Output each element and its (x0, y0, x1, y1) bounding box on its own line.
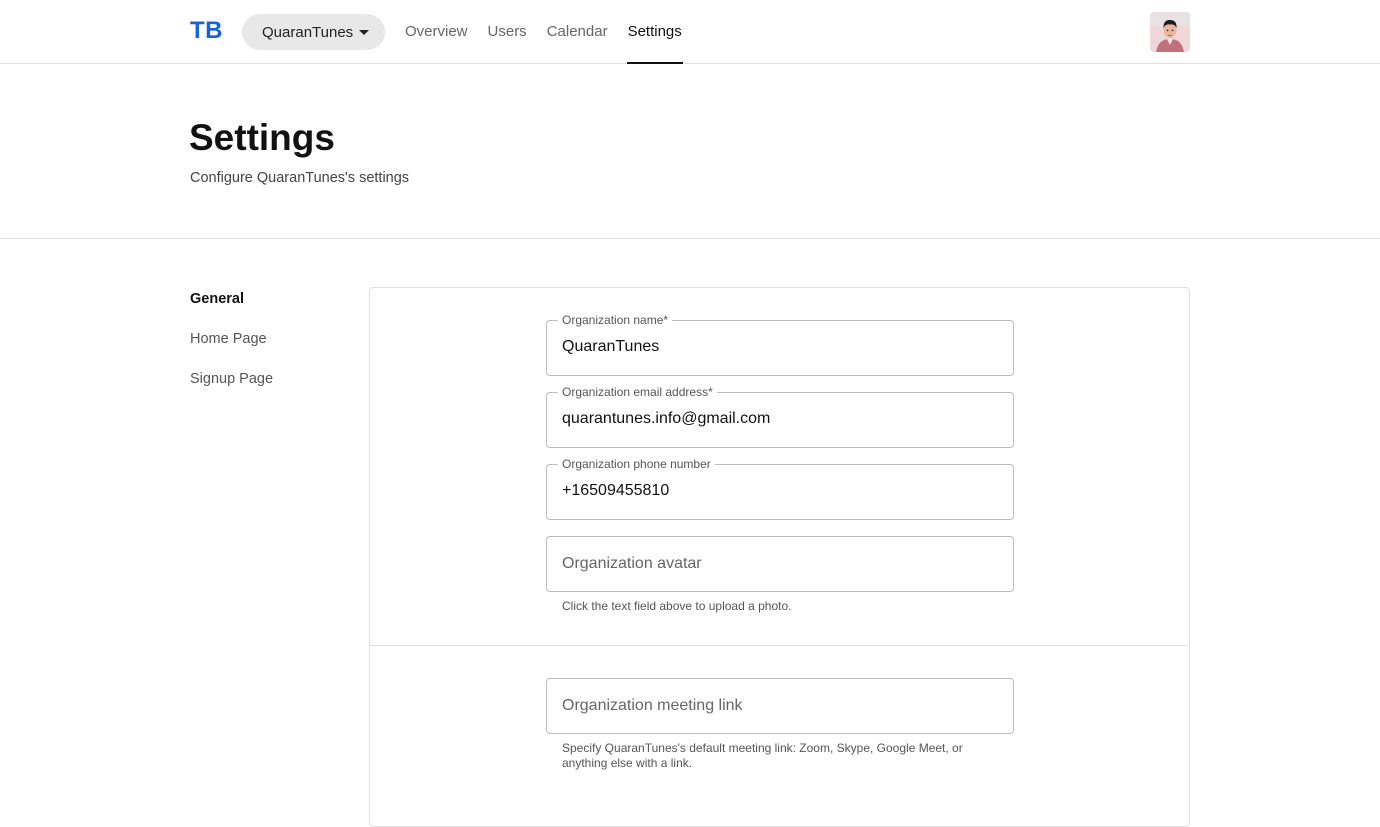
org-meeting-link-field[interactable]: Organization meeting link (546, 678, 1014, 734)
org-email-value: quarantunes.info@gmail.com (562, 410, 771, 427)
page-subtitle: Configure QuaranTunes's settings (190, 170, 410, 186)
main-nav: Overview Users Calendar Settings (405, 0, 702, 64)
org-name-label: Organization name* (558, 313, 673, 327)
nav-tab-users[interactable]: Users (488, 0, 527, 64)
org-email-field[interactable]: Organization email address* quarantunes.… (546, 385, 1014, 448)
nav-tab-settings[interactable]: Settings (626, 0, 683, 64)
app-logo[interactable]: TB (190, 17, 223, 45)
top-navbar: TB QuaranTunes Overview Users Calendar S… (0, 0, 1380, 64)
chevron-down-icon (359, 30, 369, 35)
nav-tab-calendar[interactable]: Calendar (547, 0, 608, 64)
sidebar-item-signup-page[interactable]: Signup Page (190, 371, 273, 387)
org-phone-field[interactable]: Organization phone number +16509455810 (546, 457, 1014, 520)
general-settings-card: Organization name* QuaranTunes Organizat… (369, 287, 1190, 827)
page-title: Settings (189, 117, 335, 158)
user-avatar[interactable] (1150, 12, 1190, 52)
org-phone-value: +16509455810 (562, 482, 670, 499)
sidebar-item-general[interactable]: General (190, 291, 244, 307)
org-phone-label: Organization phone number (558, 457, 715, 471)
org-avatar-field[interactable]: Organization avatar (546, 536, 1014, 592)
org-selector[interactable]: QuaranTunes (242, 14, 385, 50)
sidebar-item-home-page[interactable]: Home Page (190, 331, 267, 347)
org-name-field[interactable]: Organization name* QuaranTunes (546, 313, 1014, 376)
section-divider (370, 645, 1189, 646)
page-header: Settings Configure QuaranTunes's setting… (0, 64, 1380, 239)
org-meeting-link-placeholder: Organization meeting link (562, 697, 743, 714)
nav-tab-overview[interactable]: Overview (405, 0, 468, 64)
org-avatar-placeholder: Organization avatar (562, 555, 702, 572)
org-meeting-link-helper-text: Specify QuaranTunes's default meeting li… (562, 741, 963, 770)
org-name-value: QuaranTunes (562, 338, 660, 355)
avatar-photo-icon (1150, 12, 1190, 52)
org-avatar-helper-text: Click the text field above to upload a p… (562, 599, 792, 613)
org-selector-label: QuaranTunes (262, 23, 354, 41)
org-email-label: Organization email address* (558, 385, 717, 399)
